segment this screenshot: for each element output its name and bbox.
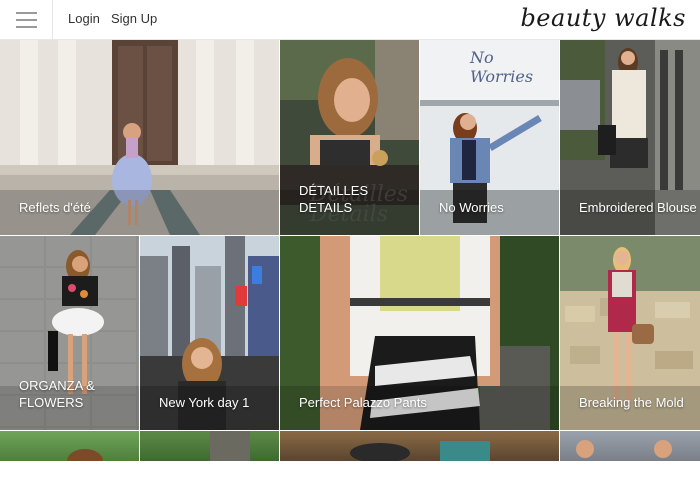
post-caption[interactable]: Reflets d'été: [19, 199, 139, 216]
post-image-partial: [350, 441, 490, 461]
post-tile-partial[interactable]: [280, 431, 559, 461]
menu-button[interactable]: [0, 0, 53, 40]
post-tile-partial[interactable]: [0, 431, 139, 461]
post-tile-new-york[interactable]: New York day 1: [140, 236, 279, 430]
post-caption[interactable]: No Worries: [439, 199, 559, 216]
post-image-partial: [210, 431, 250, 461]
post-tile-partial[interactable]: [560, 431, 700, 461]
post-caption[interactable]: Perfect Palazzo Pants: [299, 394, 499, 411]
post-caption[interactable]: Breaking the Mold: [579, 394, 699, 411]
post-tile-organza[interactable]: ORGANZA & FLOWERS: [0, 236, 139, 430]
post-caption[interactable]: Embroidered Blouse: [579, 199, 699, 216]
post-tile-palazzo[interactable]: Perfect Palazzo Pants: [280, 236, 559, 430]
post-image-partial: [576, 440, 672, 458]
post-image-partial: [67, 449, 103, 461]
top-navigation-bar: Login Sign Up beauty walks: [0, 0, 700, 40]
login-link[interactable]: Login: [68, 11, 100, 26]
post-caption[interactable]: ORGANZA & FLOWERS: [19, 377, 139, 411]
hamburger-icon-line: [16, 19, 37, 21]
sign-up-link[interactable]: Sign Up: [111, 11, 157, 26]
hamburger-icon: [16, 12, 37, 14]
site-logo[interactable]: beauty walks: [520, 4, 686, 32]
post-tile-no-worries[interactable]: No Worries No Worries: [420, 40, 559, 235]
post-tile-detailles[interactable]: Détailles Details DÉTAILLES DETAILS: [280, 40, 419, 235]
post-caption[interactable]: New York day 1: [159, 394, 279, 411]
hamburger-icon-line: [16, 26, 37, 28]
post-grid: Reflets d'été Détailles Details DÉTAILLE…: [0, 40, 700, 461]
post-tile-partial[interactable]: [140, 431, 279, 461]
post-tile-embroidered[interactable]: Embroidered Blouse: [560, 40, 700, 235]
post-tile-breaking-mold[interactable]: Breaking the Mold: [560, 236, 700, 430]
post-tile-reflets[interactable]: Reflets d'été: [0, 40, 279, 235]
post-caption[interactable]: DÉTAILLES DETAILS: [299, 182, 419, 216]
post-overlay-text: No Worries: [470, 48, 534, 86]
